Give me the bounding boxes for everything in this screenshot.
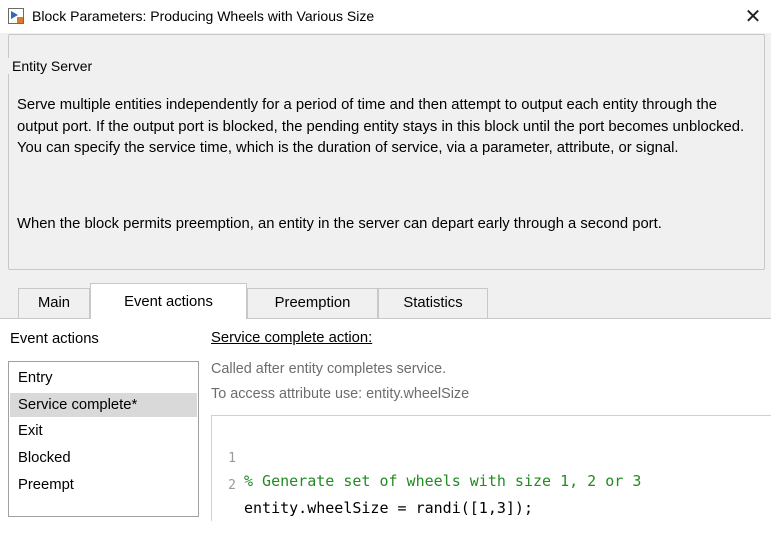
close-button[interactable]: ✕ (741, 4, 765, 28)
tab-preemption[interactable]: Preemption (247, 288, 378, 318)
list-item-exit[interactable]: Exit (10, 419, 197, 443)
code-line: 1 % Generate set of wheels with size 1, … (212, 426, 771, 490)
list-item-service-complete[interactable]: Service complete* (10, 393, 197, 417)
list-item-entry[interactable]: Entry (10, 366, 197, 390)
window-title: Block Parameters: Producing Wheels with … (32, 8, 375, 24)
title-bar: Block Parameters: Producing Wheels with … (0, 0, 771, 33)
list-item-blocked[interactable]: Blocked (10, 446, 197, 470)
action-hint: Called after entity completes service. (211, 361, 447, 377)
list-item-preempt[interactable]: Preempt (10, 473, 197, 497)
close-icon: ✕ (744, 5, 762, 28)
attribute-hint: To access attribute use: entity.wheelSiz… (211, 386, 470, 402)
line-number: 2 (228, 478, 236, 493)
event-actions-label: Event actions (10, 331, 99, 347)
code-editor[interactable]: 1 % Generate set of wheels with size 1, … (211, 415, 771, 521)
event-actions-list[interactable]: Entry Service complete* Exit Blocked Pre… (8, 361, 199, 517)
tab-main[interactable]: Main (18, 288, 90, 318)
code-statement: entity.wheelSize = randi([1,3]); (244, 499, 533, 517)
simulink-block-icon (8, 8, 24, 24)
tab-event-actions[interactable]: Event actions (90, 283, 247, 319)
action-title: Service complete action: (211, 330, 373, 346)
tab-statistics[interactable]: Statistics (378, 288, 488, 318)
groupbox-title: Entity Server (8, 58, 97, 74)
block-description: Serve multiple entities independently fo… (17, 97, 745, 156)
code-line: 2 entity.wheelSize = randi([1,3]); (212, 453, 771, 517)
preemption-description: When the block permits preemption, an en… (17, 216, 662, 232)
